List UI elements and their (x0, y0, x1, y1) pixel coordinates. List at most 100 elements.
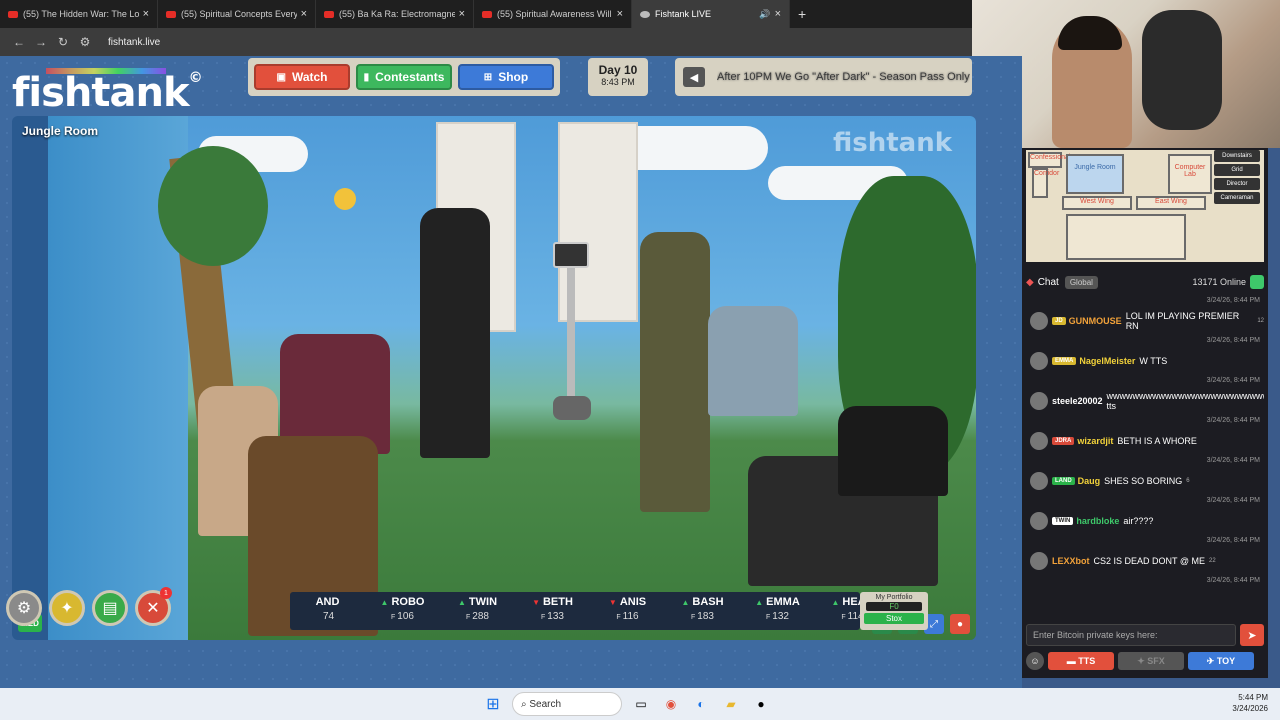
send-button[interactable]: ➤ (1240, 624, 1264, 646)
banner-back-button[interactable]: ◀ (683, 67, 705, 87)
avatar[interactable] (1030, 552, 1048, 570)
tab-close-icon[interactable]: × (143, 8, 149, 20)
browser-tab[interactable]: Fishtank LIVE 🔊 × (632, 0, 790, 28)
chat-message[interactable]: JDRA wizardjit BETH IS A WHORE (1026, 428, 1264, 454)
fishtank-logo[interactable]: fishtank© (12, 68, 203, 116)
map-room-computer-lab[interactable]: Computer Lab (1168, 154, 1212, 194)
edge-icon[interactable]: ◐ (690, 693, 712, 715)
back-arrow-icon[interactable]: ← (8, 35, 30, 49)
chat-text: wwwwwwwwwwwwwwwwwwwwwwwwwwwwwwww tts (1106, 391, 1264, 411)
taskbar-search[interactable]: ⌕ Search (512, 692, 622, 716)
browser-tab[interactable]: (55) The Hidden War: The Loos × (0, 0, 158, 28)
windows-start-icon[interactable]: ⊞ (482, 693, 504, 715)
avatar[interactable] (1030, 352, 1048, 370)
chat-message[interactable]: TWIN hardbloke air???? (1026, 508, 1264, 534)
forward-arrow-icon[interactable]: → (30, 35, 52, 49)
ticker-item[interactable]: ▲ BASH F 183 (665, 592, 740, 630)
chrome-icon[interactable]: ◉ (660, 693, 682, 715)
tools-icon[interactable]: ✕ 1 (135, 587, 172, 626)
map-grid-button[interactable]: Grid (1214, 164, 1260, 176)
tts-button[interactable]: ▬ TTS (1048, 652, 1114, 670)
toy-button[interactable]: ✈ TOY (1188, 652, 1254, 670)
browser-tab[interactable]: (55) Spiritual Awareness Will Ru × (474, 0, 632, 28)
house-map[interactable]: Confessional Corridor Jungle Room Comput… (1026, 150, 1264, 262)
avatar[interactable] (1030, 392, 1048, 410)
avatar[interactable] (1030, 472, 1048, 490)
reload-icon[interactable]: ↻ (52, 35, 74, 49)
chat-message[interactable]: JD GUNMOUSE LOL IM PLAYING PREMIER RN 12 (1026, 308, 1264, 334)
avatar[interactable] (1030, 512, 1048, 530)
tab-close-icon[interactable]: × (617, 8, 623, 20)
site-info-icon[interactable]: ⚙ (74, 35, 96, 49)
map-room-lower[interactable] (1066, 214, 1186, 260)
chat-username[interactable]: steele20002 (1052, 396, 1103, 406)
logo-text: fishtank (12, 70, 190, 116)
ticker-item[interactable]: ▲HEAD F114 (815, 592, 860, 630)
emoji-icon[interactable]: ☺ (1026, 652, 1044, 670)
ticker-item[interactable]: ▼ ANIS F 116 (590, 592, 665, 630)
banner-text: After 10PM We Go "After Dark" - Season P… (717, 71, 970, 83)
chat-timestamp: 3/24/26, 8:44 PM (1206, 537, 1260, 544)
watch-button[interactable]: ▣ Watch (254, 64, 350, 90)
tab-close-icon[interactable]: × (301, 8, 307, 20)
map-downstairs-button[interactable]: Downstairs (1214, 150, 1260, 162)
chart-icon[interactable] (1250, 275, 1264, 289)
chat-scope-toggle[interactable]: Global (1064, 275, 1098, 289)
contestants-button[interactable]: ▮ Contestants (356, 64, 452, 90)
portfolio-widget[interactable]: My Portfolio F0 Stox (860, 592, 928, 630)
shop-button[interactable]: ⊞ Shop (458, 64, 554, 90)
tab-close-icon[interactable]: × (459, 8, 465, 20)
tab-audio-icon[interactable]: 🔊 (759, 9, 770, 20)
map-room-corridor[interactable]: Corridor (1032, 168, 1059, 198)
task-view-icon[interactable]: ▭ (630, 693, 652, 715)
chat-username[interactable]: hardbloke (1076, 516, 1119, 526)
ticker-value: 114 (847, 611, 860, 622)
sfx-button[interactable]: ✦ SFX (1118, 652, 1184, 670)
map-room-west-wing[interactable]: West Wing (1062, 196, 1132, 210)
ticker-item[interactable]: ▲ EMMA F 132 (740, 592, 815, 630)
chat-action-buttons: ☺ ▬ TTS ✦ SFX ✈ TOY (1026, 650, 1264, 672)
ticker-name-row: ▼ ANIS (590, 596, 665, 608)
map-cameraman-button[interactable]: Cameraman (1214, 192, 1260, 204)
inventory-icon[interactable]: ▤ (92, 590, 128, 626)
record-icon[interactable]: ● (950, 614, 970, 634)
browser-tab[interactable]: (55) Spiritual Concepts Everyone × (158, 0, 316, 28)
contestants-label: Contestants (375, 70, 445, 84)
map-room-jungle[interactable]: Jungle Room (1066, 154, 1124, 194)
stream-watermark: fishtank (832, 128, 952, 158)
chat-username[interactable]: wizardjit (1077, 436, 1113, 446)
chat-username[interactable]: LEXXbot (1052, 556, 1090, 566)
avatar[interactable] (1030, 312, 1048, 330)
items-icon[interactable]: ✦ (49, 590, 85, 626)
app-icon[interactable]: ● (750, 693, 772, 715)
chat-username[interactable]: GUNMOUSE (1069, 316, 1122, 326)
tab-close-icon[interactable]: × (775, 8, 781, 20)
chat-message[interactable]: steele20002wwwwwwwwwwwwwwwwwwwwwwwwwwwww… (1026, 388, 1264, 414)
arrow-up-icon: ▲ (831, 598, 840, 607)
chat-username[interactable]: Daug (1078, 476, 1101, 486)
robot-screen (553, 242, 589, 268)
ticker-item[interactable]: ▼ BETH F 133 (515, 592, 590, 630)
palm-leaves (158, 146, 268, 266)
browser-tab[interactable]: (55) Ba Ka Ra: Electromagnetic × (316, 0, 474, 28)
map-room-confessional[interactable]: Confessional (1028, 152, 1070, 168)
ticker-item[interactable]: AND 74 (290, 592, 365, 630)
chat-username[interactable]: NagelMeister (1079, 356, 1135, 366)
chat-message[interactable]: LEXXbot CS2 IS DEAD DONT @ ME 22 (1026, 548, 1264, 574)
map-director-button[interactable]: Director (1214, 178, 1260, 190)
new-tab-icon[interactable]: + (798, 6, 806, 22)
stox-button[interactable]: Stox (864, 613, 924, 624)
gear-icon[interactable]: ⚙ (6, 590, 42, 626)
ticker-item[interactable]: ▲ TWIN F 288 (440, 592, 515, 630)
avatar[interactable] (1030, 432, 1048, 450)
map-room-east-wing[interactable]: East Wing (1136, 196, 1206, 210)
ticker-item[interactable]: ▲ ROBO F 106 (365, 592, 440, 630)
chat-input[interactable]: Enter Bitcoin private keys here: (1026, 624, 1236, 646)
file-explorer-icon[interactable]: ▰ (720, 693, 742, 715)
system-clock[interactable]: 5:44 PM 3/24/2026 (1232, 692, 1268, 714)
url-text[interactable]: fishtank.live (108, 37, 160, 48)
cart-icon: ⊞ (483, 71, 493, 83)
chat-message[interactable]: LAND Daug SHES SO BORING 6 (1026, 468, 1264, 494)
chat-message[interactable]: EMMA NagelMeister W TTS (1026, 348, 1264, 374)
stream-player[interactable]: fishtank Jungle Room MED 🔈 ▢ ⧉ ⤢ ● (12, 116, 976, 640)
